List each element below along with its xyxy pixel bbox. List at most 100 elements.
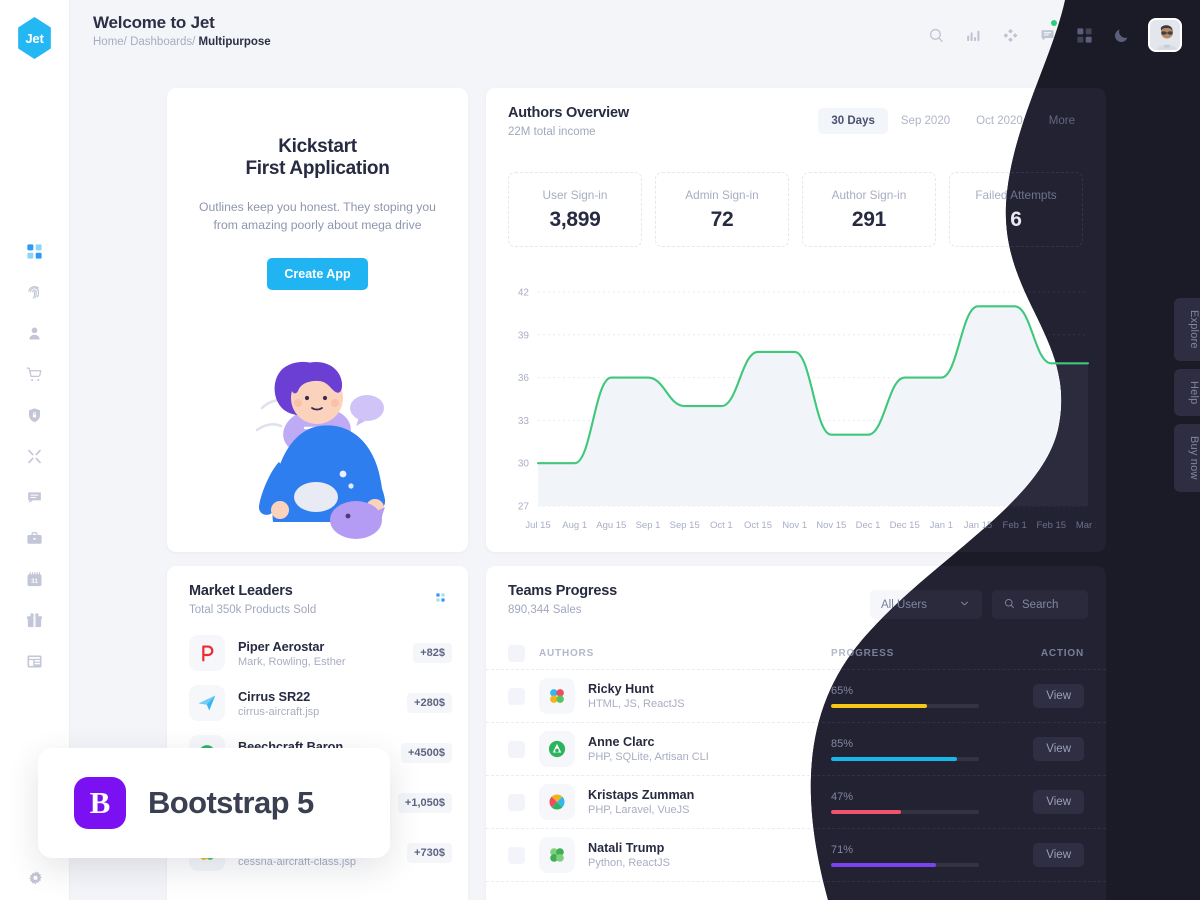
rail-tab-buy-now[interactable]: Buy now (1174, 424, 1200, 492)
sidebar-nav: 31 (0, 231, 70, 682)
row-checkbox[interactable] (508, 740, 525, 758)
brand-logo[interactable]: Jet (18, 17, 51, 59)
sidebar-item-chat[interactable] (0, 477, 70, 518)
svg-text:Nov 15: Nov 15 (816, 520, 846, 531)
view-button[interactable]: View (1033, 790, 1084, 814)
select-all-checkbox[interactable] (508, 645, 525, 662)
breadcrumb-home[interactable]: Home/ (93, 36, 127, 48)
apps-diamond-icon[interactable] (992, 18, 1029, 52)
chevron-down-icon (958, 597, 971, 613)
author-name: Anne Clarc (588, 735, 655, 749)
sidebar-item-jobs[interactable] (0, 518, 70, 559)
product-name: Cirrus SR22 (238, 688, 311, 704)
card-subtitle: Total 350k Products Sold (189, 604, 317, 616)
svg-text:Jul 15: Jul 15 (525, 520, 550, 531)
range-tab-0[interactable]: 30 Days (818, 108, 888, 134)
product-amount: +730$ (407, 843, 452, 863)
svg-text:Dec 1: Dec 1 (856, 520, 881, 531)
stat-label: User Sign-in (542, 187, 608, 202)
card-title: Authors Overview (508, 105, 629, 121)
card-subtitle: 22M total income (508, 126, 596, 138)
list-item[interactable]: Cirrus SR22 cirrus-aircraft.jsp +280$ (189, 678, 452, 728)
progress-percent: 85% (831, 737, 854, 750)
view-button[interactable]: View (1033, 737, 1084, 761)
svg-text:Feb 15: Feb 15 (1037, 520, 1067, 531)
stat-card: User Sign-in 3,899 (508, 172, 642, 247)
row-checkbox[interactable] (508, 793, 525, 811)
progress-percent: 71% (831, 843, 854, 856)
author-skills: HTML, JS, ReactJS (588, 698, 685, 710)
svg-text:Sep 1: Sep 1 (636, 520, 661, 531)
author-name: Natali Trump (588, 841, 665, 855)
row-checkbox[interactable] (508, 687, 525, 705)
progress-percent: 65% (831, 684, 854, 697)
product-name: Piper Aerostar (238, 638, 325, 654)
header: Welcome to Jet Home/ Dashboards/ Multipu… (70, 0, 1200, 68)
progress-bar (831, 863, 979, 867)
range-tab-3[interactable]: More (1036, 108, 1088, 134)
view-button[interactable]: View (1033, 684, 1084, 708)
breadcrumb-current: Multipurpose (198, 36, 271, 48)
card-title: Market Leaders (189, 583, 293, 599)
avatar[interactable] (1148, 18, 1182, 52)
svg-text:Sep 15: Sep 15 (670, 520, 700, 531)
sidebar-item-calendar[interactable]: 31 (0, 559, 70, 600)
sidebar-item-users[interactable] (0, 313, 70, 354)
teams-header: Teams Progress 890,344 Sales (508, 583, 617, 616)
moon-icon[interactable] (1103, 18, 1140, 52)
drive-logo-icon (539, 731, 575, 767)
cirrus-logo-icon (189, 685, 225, 721)
sidebar-item-ecommerce[interactable] (0, 354, 70, 395)
breadcrumb: Home/ Dashboards/ Multipurpose (93, 36, 271, 48)
svg-text:42: 42 (518, 288, 530, 299)
product-amount: +1,050$ (397, 793, 452, 813)
progress-bar (831, 810, 979, 814)
stat-value: 291 (851, 207, 887, 231)
card-subtitle: 890,344 Sales (508, 604, 582, 616)
view-button[interactable]: View (1033, 843, 1084, 867)
app-root: Jet 31 Welcome to Jet Home/ Dashboards/ … (0, 0, 1200, 900)
rail-tab-explore[interactable]: Explore (1174, 298, 1200, 361)
sidebar-item-layouts[interactable] (0, 641, 70, 682)
row-checkbox[interactable] (508, 846, 525, 864)
search-placeholder: Search (1022, 598, 1059, 611)
svg-text:39: 39 (518, 330, 530, 341)
svg-text:Aug 1: Aug 1 (562, 520, 587, 531)
dots-grid-icon[interactable] (435, 590, 446, 608)
grid-icon[interactable] (1066, 18, 1103, 52)
notification-dot (1051, 20, 1057, 26)
bar-chart-icon[interactable] (955, 18, 992, 52)
product-amount: +82$ (413, 643, 452, 663)
svg-text:36: 36 (518, 373, 530, 384)
sidebar-item-fingerprint[interactable] (0, 272, 70, 313)
search-input[interactable]: Search (992, 590, 1088, 619)
product-sub: cirrus-aircraft.jsp (238, 705, 320, 718)
authors-area-chart: 27 30 33 36 39 42 Jul 15 Aug 1 Agu 15 Sep 1 Sep 15… (496, 278, 1096, 538)
bootstrap-badge: B Bootstrap 5 (38, 748, 390, 858)
stat-label: Author Sign-in (831, 187, 907, 202)
author-name: Ricky Hunt (588, 682, 654, 696)
svg-text:Oct 1: Oct 1 (710, 520, 733, 531)
stat-label: Admin Sign-in (685, 187, 759, 202)
sidebar-settings[interactable] (0, 869, 70, 888)
range-tab-1[interactable]: Sep 2020 (888, 108, 963, 134)
stat-value: 72 (710, 207, 734, 231)
breadcrumb-dashboards[interactable]: Dashboards/ (130, 36, 195, 48)
stat-cards: User Sign-in 3,899 Admin Sign-in 72 Auth… (508, 172, 1083, 247)
svg-text:27: 27 (518, 502, 530, 513)
column-authors: AUTHORS (539, 648, 595, 659)
svg-text:33: 33 (518, 416, 530, 427)
sidebar-item-security[interactable] (0, 395, 70, 436)
kickstart-description: Outlines keep you honest. They stoping y… (199, 199, 436, 232)
stat-value: 6 (1010, 207, 1022, 231)
sidebar-item-dashboard[interactable] (0, 231, 70, 272)
svg-text:30: 30 (518, 459, 530, 470)
author-name: Kristaps Zumman (588, 788, 695, 802)
bootstrap-logo-icon: B (74, 777, 126, 829)
sidebar-item-tools[interactable] (0, 436, 70, 477)
rail-tab-help[interactable]: Help (1174, 368, 1200, 417)
create-app-button[interactable]: Create App (267, 258, 368, 291)
search-icon[interactable] (918, 18, 955, 52)
sidebar-item-gifts[interactable] (0, 600, 70, 641)
list-item[interactable]: Piper Aerostar Mark, Rowling, Esther +82… (189, 628, 452, 678)
